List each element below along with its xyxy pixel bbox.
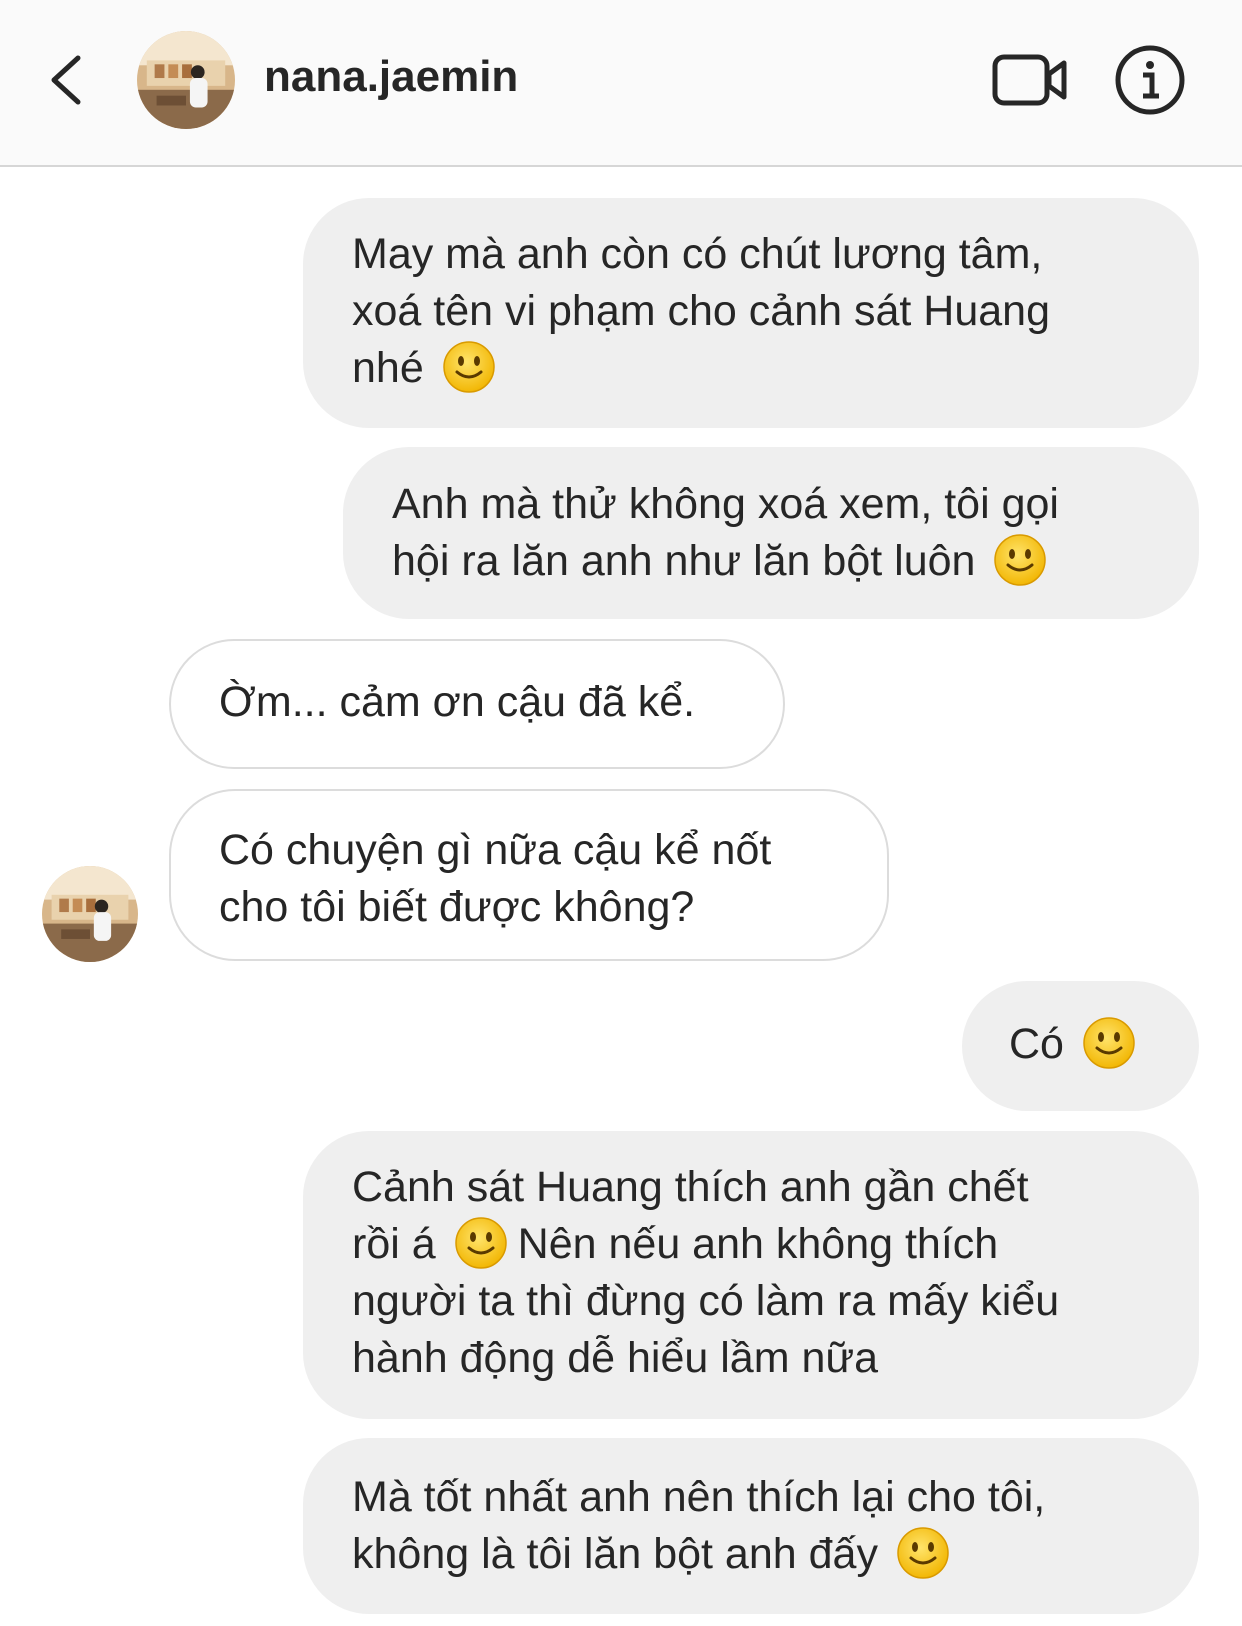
message-text: Có (1009, 1020, 1064, 1068)
message-text: không là tôi lăn bột anh đấy (352, 1530, 878, 1578)
slightly-smiling-face-icon (1082, 1016, 1136, 1070)
message-bubble-incoming[interactable]: Có chuyện gì nữa cậu kể nốt cho tôi biết… (169, 789, 889, 961)
slightly-smiling-face-icon (993, 533, 1047, 587)
chat-username[interactable]: nana.jaemin (264, 52, 518, 102)
message-text: Mà tốt nhất anh nên thích lại cho tôi, (352, 1473, 1046, 1521)
chevron-left-icon[interactable] (44, 52, 88, 108)
message-text: hội ra lăn anh như lăn bột luôn (392, 537, 976, 585)
message-text: hành động dễ hiểu lầm nữa (352, 1334, 879, 1382)
message-text: người ta thì đừng có làm ra mấy kiểu (352, 1277, 1060, 1325)
message-text: Có chuyện gì nữa cậu kể nốt (219, 826, 772, 874)
chat-header: nana.jaemin (0, 0, 1242, 167)
message-text: cho tôi biết được không? (219, 883, 695, 931)
message-bubble-incoming[interactable]: Ờm... cảm ơn cậu đã kể. (169, 639, 785, 769)
sender-avatar[interactable] (42, 866, 138, 962)
video-camera-icon[interactable] (992, 52, 1068, 108)
avatar[interactable] (137, 31, 235, 129)
message-bubble-outgoing[interactable]: Mà tốt nhất anh nên thích lại cho tôi, k… (303, 1438, 1199, 1614)
message-text: xoá tên vi phạm cho cảnh sát Huang (352, 287, 1050, 335)
slightly-smiling-face-icon (442, 340, 496, 394)
message-bubble-outgoing[interactable]: Cảnh sát Huang thích anh gần chết rồi á N… (303, 1131, 1199, 1419)
message-bubble-outgoing[interactable]: May mà anh còn có chút lương tâm, xoá tê… (303, 198, 1199, 428)
slightly-smiling-face-icon (896, 1526, 950, 1580)
message-text: Ờm... cảm ơn cậu đã kể. (219, 678, 696, 726)
message-text: May mà anh còn có chút lương tâm, (352, 230, 1043, 278)
message-bubble-outgoing[interactable]: Anh mà thử không xoá xem, tôi gọi hội ra… (343, 447, 1199, 619)
message-text: rồi á (352, 1220, 436, 1268)
message-text: Cảnh sát Huang thích anh gần chết (352, 1163, 1029, 1211)
slightly-smiling-face-icon (454, 1216, 508, 1270)
message-bubble-outgoing[interactable]: Có (962, 981, 1199, 1111)
info-icon[interactable] (1114, 44, 1186, 116)
message-text: nhé (352, 344, 424, 392)
message-text: Anh mà thử không xoá xem, tôi gọi (392, 480, 1059, 528)
message-text: Nên nếu anh không thích (517, 1220, 999, 1268)
